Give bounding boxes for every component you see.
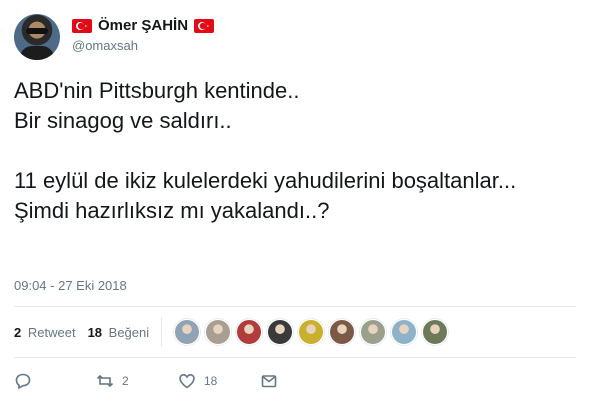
retweet-count: 2 (122, 374, 129, 388)
display-name[interactable]: Ömer ŞAHİN (98, 17, 188, 34)
avatar[interactable] (14, 14, 60, 60)
tweet-text: ABD'nin Pittsburgh kentinde.. Bir sinago… (14, 78, 517, 223)
retweet-stat-label: Retweet (27, 324, 76, 340)
user-handle[interactable]: @omaxsah (72, 38, 138, 53)
reply-button[interactable] (14, 372, 96, 390)
liker-avatar[interactable] (329, 319, 356, 345)
like-count: 18 (204, 374, 218, 388)
like-button[interactable]: 18 (178, 372, 260, 390)
reply-icon (14, 372, 32, 390)
liker-avatar[interactable] (360, 319, 387, 345)
divider (14, 357, 576, 358)
like-stat-label: Beğeni (108, 324, 150, 340)
liker-avatar[interactable] (174, 319, 201, 345)
retweet-stat-count: 2 (14, 324, 22, 340)
tweet-stats: 2 Retweet 18 Beğeni (14, 317, 449, 347)
envelope-icon (260, 372, 278, 390)
liker-avatar[interactable] (391, 319, 418, 345)
liker-avatar[interactable] (267, 319, 294, 345)
heart-icon (178, 372, 196, 390)
liker-avatar[interactable] (236, 319, 263, 345)
avatar-sunglasses (26, 28, 48, 34)
direct-message-button[interactable] (260, 372, 300, 390)
stats-separator (161, 317, 163, 347)
tweet-actions: 2 18 (14, 370, 300, 392)
retweet-button[interactable]: 2 (96, 372, 178, 390)
like-stat-count: 18 (87, 324, 103, 340)
liker-avatar[interactable] (422, 319, 449, 345)
like-stat[interactable]: 18 Beğeni (88, 325, 150, 340)
name-row[interactable]: Ömer ŞAHİN (72, 17, 215, 34)
tweet-header: Ömer ŞAHİN @omaxsah (14, 14, 574, 62)
divider (14, 306, 576, 307)
retweet-stat[interactable]: 2 Retweet (14, 325, 76, 340)
retweet-icon (96, 372, 114, 390)
turkey-flag-icon (194, 18, 215, 33)
liker-avatar[interactable] (205, 319, 232, 345)
likers-avatars (174, 319, 449, 345)
tweet-timestamp[interactable]: 09:04 - 27 Eki 2018 (14, 278, 127, 293)
avatar-shirt (20, 46, 54, 60)
turkey-flag-icon (72, 18, 92, 33)
liker-avatar[interactable] (298, 319, 325, 345)
